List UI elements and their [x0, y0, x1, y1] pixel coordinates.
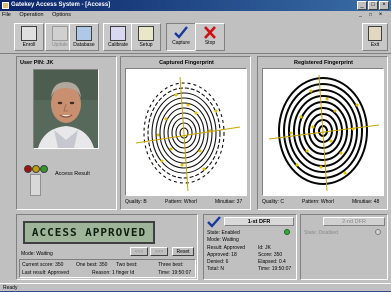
dfr1-status-led — [284, 229, 290, 235]
previous-button[interactable]: <<< — [130, 247, 148, 256]
mode-text: Mode: Waiting — [21, 251, 53, 257]
registered-title: Registered Fingerprint — [294, 60, 353, 66]
stop-button[interactable]: Stop — [195, 23, 225, 51]
last-reason: Reason: 1 finger Id — [92, 270, 135, 276]
user-panel: User PIN: JK Access Result — [16, 56, 117, 210]
dfr2-title: 2-nd DFR — [323, 217, 385, 226]
dfr1-title: 1-st DFR — [224, 217, 294, 226]
update-icon — [52, 26, 68, 41]
user-pin-label: User PIN: JK — [20, 60, 54, 66]
menu-operation[interactable]: Operation — [19, 12, 43, 18]
enroll-button[interactable]: Enroll — [14, 23, 44, 51]
child-close-button[interactable]: × — [376, 12, 385, 19]
setup-button[interactable]: Setup — [131, 23, 161, 51]
captured-pattern: Pattern: Whorl — [165, 199, 197, 205]
title-bar: Gatekey Access System - [Access] — [0, 0, 391, 11]
dfr1-elapsed: Elapsed: 0.4 — [258, 259, 286, 265]
checkmark-icon — [174, 26, 188, 39]
exit-button[interactable]: Exit — [362, 23, 388, 51]
exit-label: Exit — [370, 42, 380, 48]
menu-file[interactable]: File — [2, 12, 11, 18]
calibrate-button[interactable]: Calibrate — [103, 23, 133, 51]
menu-bar: File Operation Options — [0, 11, 391, 20]
captured-fingerprint-panel: Captured Fingerprint Quality: B Pattern:… — [120, 56, 251, 210]
close-button[interactable]: × — [379, 1, 389, 10]
dfr1-panel: 1-st DFR State: Enabled Mode: Waiting Re… — [203, 214, 297, 280]
red-light — [24, 165, 32, 173]
setup-label: Setup — [139, 42, 153, 48]
dfr1-id: Id: JK — [258, 245, 271, 251]
stop-label: Stop — [204, 40, 216, 46]
toolbar: Enroll Update Database Calibrate Setup C… — [0, 20, 391, 54]
database-label: Database — [73, 42, 95, 48]
captured-minutiae: Minutiae: 37 — [215, 199, 243, 205]
access-status-panel: ACCESS APPROVED <<< >>> Reset Mode: Wait… — [16, 214, 198, 280]
last-time: Time: 19:50:07 — [158, 270, 192, 276]
three-best-score: Three best: — [158, 262, 184, 268]
child-minimize-button[interactable]: _ — [356, 12, 365, 19]
dfr1-checkmark-icon — [207, 216, 221, 228]
dfr1-state: State: Enabled — [207, 230, 240, 236]
traffic-light — [24, 157, 48, 201]
reset-button[interactable]: Reset — [172, 247, 194, 256]
menu-options[interactable]: Options — [52, 12, 71, 18]
dfr1-total: Total: N — [207, 266, 224, 272]
current-score: Current score: 350 — [22, 262, 64, 268]
next-button[interactable]: >>> — [150, 247, 168, 256]
stop-icon — [203, 26, 217, 39]
registered-fingerprint-image — [262, 68, 384, 196]
status-text: Ready — [3, 285, 18, 291]
maximize-button[interactable]: □ — [368, 1, 378, 10]
minimize-button[interactable]: _ — [357, 1, 367, 10]
update-label: Update — [51, 42, 69, 48]
access-result-display: ACCESS APPROVED — [23, 221, 155, 244]
application-window: Gatekey Access System - [Access] _ □ × F… — [0, 0, 391, 291]
last-result: Last result: Approved — [22, 270, 69, 276]
captured-fingerprint-image — [125, 68, 247, 196]
dfr1-approved: Approved: 18 — [207, 252, 237, 258]
signal-stand — [30, 174, 41, 196]
window-title: Gatekey Access System - [Access] — [11, 2, 111, 8]
enroll-icon — [21, 26, 37, 41]
dfr2-status-led — [375, 229, 381, 235]
yellow-light — [32, 165, 40, 173]
database-icon — [76, 26, 92, 41]
calibrate-label: Calibrate — [107, 42, 128, 48]
child-restore-button[interactable]: □ — [366, 12, 375, 19]
dfr2-panel: 2-nd DFR State: Disabled — [300, 214, 388, 280]
dfr1-mode: Mode: Waiting — [207, 237, 239, 243]
dfr1-denied: Denied: 6 — [207, 259, 229, 265]
capture-label: Capture — [172, 40, 190, 46]
setup-icon — [138, 26, 154, 41]
database-button[interactable]: Database — [69, 23, 99, 51]
status-bar: Ready — [0, 283, 391, 291]
user-photo — [33, 69, 99, 149]
capture-button[interactable]: Capture — [166, 23, 196, 51]
one-best-score: One best: 350 — [76, 262, 108, 268]
registered-quality: Quality: C — [262, 199, 284, 205]
score-box: Current score: 350 One best: 350 Two bes… — [19, 259, 196, 278]
two-best-score: Two best: — [116, 262, 138, 268]
dfr1-time: Time: 19:50:07 — [258, 266, 292, 272]
exit-door-icon — [368, 26, 382, 41]
enroll-label: Enroll — [22, 42, 36, 48]
green-light — [40, 165, 48, 173]
captured-quality: Quality: B — [125, 199, 147, 205]
registered-minutiae: Minutiae: 48 — [352, 199, 380, 205]
dfr2-state: State: Disabled — [304, 230, 338, 236]
app-icon — [2, 2, 9, 9]
access-result-label: Access Result — [55, 171, 90, 177]
registered-fingerprint-panel: Registered Fingerprint Quality: C Patter… — [257, 56, 388, 210]
registered-pattern: Pattern: Whorl — [302, 199, 334, 205]
captured-title: Captured Fingerprint — [159, 60, 214, 66]
dfr1-score: Score: 350 — [258, 252, 283, 258]
dfr1-result: Result: Approved — [207, 245, 246, 251]
calibrate-icon — [110, 26, 126, 41]
